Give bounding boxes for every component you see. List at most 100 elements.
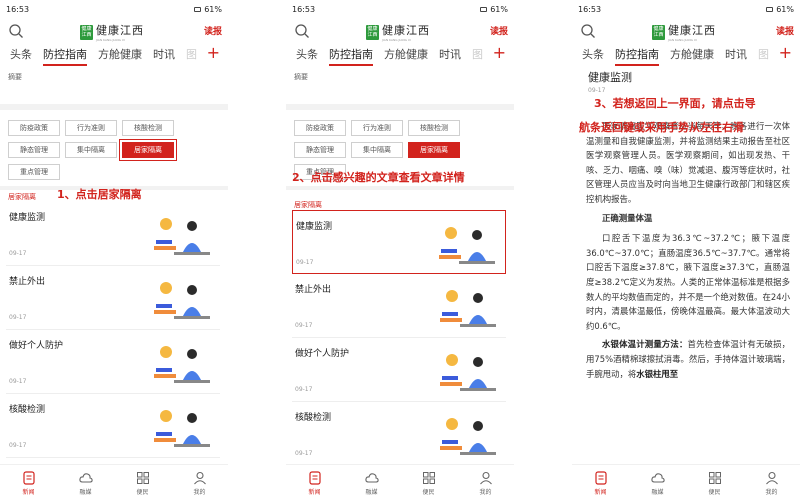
add-channel-icon[interactable]: + xyxy=(493,43,506,62)
message-icon xyxy=(766,6,774,12)
article-title: 健康监测 xyxy=(588,71,632,84)
tab-more[interactable]: 图 xyxy=(758,46,769,62)
user-icon xyxy=(765,471,778,485)
tab-news-brief[interactable]: 时讯 xyxy=(153,46,175,62)
grid-icon xyxy=(136,472,149,484)
tab-news-brief[interactable]: 时讯 xyxy=(439,46,461,62)
tab-fangcang-health[interactable]: 方舱健康 xyxy=(670,46,714,62)
article-paragraph: 口腔舌下温度为36.3℃~37.2℃；腋下温度36.0℃~37.0℃；直肠温度3… xyxy=(586,233,790,331)
battery-level: 61% xyxy=(204,4,222,14)
list-item[interactable]: 健康监测 09-17 xyxy=(292,210,506,274)
article-body: 居家隔离医学观察者应当每天早、晚各进行一次体温测量和自我健康监测，并将监测结果主… xyxy=(572,95,800,381)
screen-article-detail: 16:53 61% 健康江西 健康江西 JIAN KANG JIANG XI 读报… xyxy=(572,0,800,502)
article-thumbnail-icon xyxy=(154,282,210,319)
category-chips: 防疫政策 行为准则 核酸检测 静态管理 集中隔离 居家隔离 重点管理 xyxy=(0,110,228,186)
list-item[interactable]: 禁止外出 09-17 xyxy=(292,274,506,338)
chip-epidemic-policy[interactable]: 防疫政策 xyxy=(8,120,60,136)
cloud-icon xyxy=(364,473,379,483)
status-time: 16:53 xyxy=(6,4,30,14)
nav-media[interactable]: 融媒 xyxy=(650,471,665,496)
step3-annotation-line2: 航条返回键或采用手势从左往右滑 xyxy=(579,121,744,134)
article-date: 09-17 xyxy=(588,87,606,94)
nav-news[interactable]: 新闻 xyxy=(22,471,36,496)
read-paper-button[interactable]: 读报 xyxy=(204,24,222,37)
chip-home-isolation[interactable]: 居家隔离 xyxy=(408,142,460,158)
nav-services[interactable]: 便民 xyxy=(422,471,436,496)
read-paper-button[interactable]: 读报 xyxy=(776,24,794,37)
tab-prevention-guide[interactable]: 防控指南 xyxy=(43,46,87,66)
battery-level: 61% xyxy=(490,4,508,14)
list-item[interactable]: 核酸检测 09-17 xyxy=(6,394,220,458)
chip-epidemic-policy[interactable]: 防疫政策 xyxy=(294,120,346,136)
search-icon[interactable] xyxy=(294,23,310,39)
message-icon xyxy=(480,6,488,12)
read-paper-button[interactable]: 读报 xyxy=(490,24,508,37)
chip-home-isolation[interactable]: 居家隔离 xyxy=(122,142,174,158)
tab-more[interactable]: 图 xyxy=(472,46,483,62)
tab-fangcang-health[interactable]: 方舱健康 xyxy=(384,46,428,62)
search-icon[interactable] xyxy=(8,23,24,39)
chip-nucleic-test[interactable]: 核酸检测 xyxy=(408,120,460,136)
list-item[interactable]: 禁止外出 09-17 xyxy=(6,266,220,330)
article-thumbnail-icon xyxy=(440,290,496,327)
list-item[interactable]: 做好个人防护 09-17 xyxy=(292,338,506,402)
chip-behavior-rules[interactable]: 行为准则 xyxy=(65,120,117,136)
app-header: 健康江西 健康江西 JIAN KANG JIANG XI 读报 xyxy=(286,18,514,46)
user-icon xyxy=(193,471,206,485)
article-list: 健康监测 09-17 禁止外出 09-17 做好个人防护 09-17 核酸检测 … xyxy=(0,202,228,458)
status-time: 16:53 xyxy=(578,4,602,14)
chip-key-management[interactable]: 重点管理 xyxy=(8,164,60,180)
app-header: 健康江西 健康江西 JIAN KANG JIANG XI 读报 xyxy=(572,18,800,46)
app-logo: 健康江西 健康江西 JIAN KANG JIANG XI xyxy=(366,24,430,42)
nav-media[interactable]: 融媒 xyxy=(78,471,93,496)
bottom-nav: 新闻 融媒 便民 我的 xyxy=(0,464,228,502)
article-thumbnail-icon xyxy=(154,218,210,255)
chip-static-management[interactable]: 静态管理 xyxy=(294,142,346,158)
chip-behavior-rules[interactable]: 行为准则 xyxy=(351,120,403,136)
list-item[interactable]: 做好个人防护 09-17 xyxy=(6,330,220,394)
cloud-icon xyxy=(78,473,93,483)
app-name: 健康江西 xyxy=(382,24,430,37)
tab-fangcang-health[interactable]: 方舱健康 xyxy=(98,46,142,62)
chip-nucleic-test[interactable]: 核酸检测 xyxy=(122,120,174,136)
step3-annotation-line1: 3、若想返回上一界面，请点击导 xyxy=(594,97,756,110)
section-label: 居家隔离 xyxy=(294,201,322,209)
screen-article-select: 16:53 61% 健康江西 健康江西 JIAN KANG JIANG XI 读报… xyxy=(286,0,514,502)
news-icon xyxy=(22,471,35,485)
tab-more[interactable]: 图 xyxy=(186,46,197,62)
tab-headlines[interactable]: 头条 xyxy=(296,46,318,62)
nav-news[interactable]: 新闻 xyxy=(308,471,322,496)
tab-prevention-guide[interactable]: 防控指南 xyxy=(615,46,659,66)
chip-centralized-isolation[interactable]: 集中隔离 xyxy=(65,142,117,158)
channel-tabs: 头条 防控指南 方舱健康 时讯 图 + xyxy=(286,43,514,66)
chip-highlight-box: 居家隔离 xyxy=(119,139,177,161)
news-icon xyxy=(308,471,321,485)
app-name: 健康江西 xyxy=(668,24,716,37)
article-thumbnail-icon xyxy=(154,346,210,383)
nav-news[interactable]: 新闻 xyxy=(594,471,608,496)
screen-home-isolation-list: 16:53 61% 健康江西 健康江西 JIAN KANG JIANG XI 读报… xyxy=(0,0,228,502)
list-item[interactable]: 核酸检测 09-17 xyxy=(292,402,506,466)
nav-services[interactable]: 便民 xyxy=(136,471,150,496)
nav-profile[interactable]: 我的 xyxy=(479,471,493,496)
app-header: 健康江西 健康江西 JIAN KANG JIANG XI 读报 xyxy=(0,18,228,46)
nav-media[interactable]: 融媒 xyxy=(364,471,379,496)
tab-headlines[interactable]: 头条 xyxy=(10,46,32,62)
channel-tabs: 头条 防控指南 方舱健康 时讯 图 + xyxy=(0,43,228,66)
tab-prevention-guide[interactable]: 防控指南 xyxy=(329,46,373,66)
add-channel-icon[interactable]: + xyxy=(779,43,792,62)
add-channel-icon[interactable]: + xyxy=(207,43,220,62)
chip-static-management[interactable]: 静态管理 xyxy=(8,142,60,158)
tab-headlines[interactable]: 头条 xyxy=(582,46,604,62)
message-icon xyxy=(194,6,202,12)
step2-annotation: 2、点击感兴趣的文章查看文章详情 xyxy=(292,171,465,184)
nav-services[interactable]: 便民 xyxy=(708,471,722,496)
logo-badge: 健康江西 xyxy=(652,24,665,40)
tab-news-brief[interactable]: 时讯 xyxy=(725,46,747,62)
list-item[interactable]: 健康监测 09-17 xyxy=(6,202,220,266)
article-thumbnail-icon xyxy=(154,410,210,447)
search-icon[interactable] xyxy=(580,23,596,39)
nav-profile[interactable]: 我的 xyxy=(193,471,207,496)
nav-profile[interactable]: 我的 xyxy=(765,471,779,496)
chip-centralized-isolation[interactable]: 集中隔离 xyxy=(351,142,403,158)
